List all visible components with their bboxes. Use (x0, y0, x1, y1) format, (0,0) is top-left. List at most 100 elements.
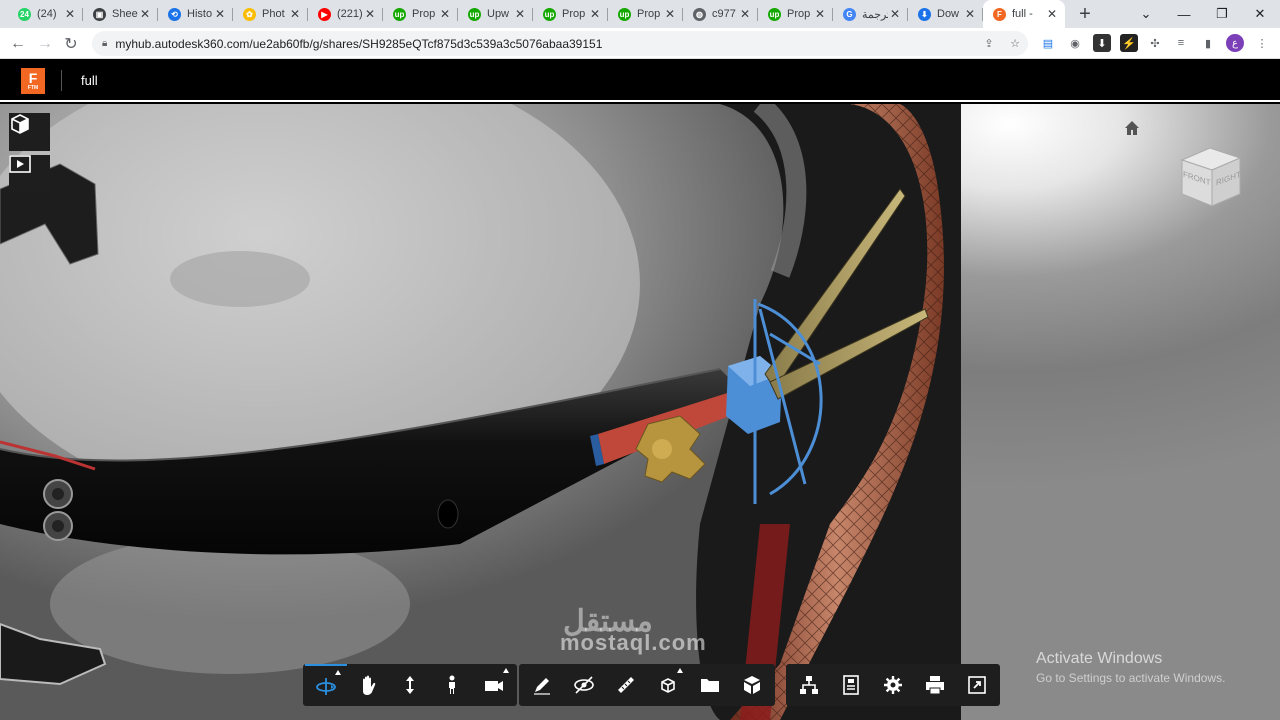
browser-tab[interactable]: 24 (24) ✕ (8, 0, 83, 28)
properties-button[interactable] (830, 664, 872, 706)
minimize-button[interactable]: — (1165, 0, 1203, 28)
tab-title: Prop (787, 8, 811, 20)
tab-title: Histo (187, 8, 213, 20)
fusion-icon: F (993, 7, 1006, 21)
browser-tab[interactable]: ⟲ Histo ✕ (158, 0, 233, 28)
viewcube[interactable]: FRONT RIGHT (1176, 142, 1246, 212)
browser-tab[interactable]: up Prop ✕ (533, 0, 608, 28)
browser-tab[interactable]: G ترجمة ✕ (833, 0, 908, 28)
browser-tab[interactable]: up Upw ✕ (458, 0, 533, 28)
tab-title: Prop (562, 8, 586, 20)
measure-button[interactable] (605, 664, 647, 706)
folder-button[interactable] (689, 664, 731, 706)
tab-close-icon[interactable]: ✕ (138, 7, 152, 21)
animation-button[interactable] (9, 155, 50, 193)
properties-icon (843, 675, 859, 695)
browser-tab[interactable]: ✿ Phot ✕ (233, 0, 308, 28)
tools-toolbar (519, 664, 775, 706)
tab-close-icon[interactable]: ✕ (63, 7, 77, 21)
tab-search-icon[interactable]: ⌄ (1127, 0, 1165, 28)
share-icon[interactable]: ⇪ (980, 34, 998, 52)
tab-title: Phot (262, 8, 285, 20)
maximize-button[interactable]: ❐ (1203, 0, 1241, 28)
first-person-icon (449, 675, 455, 694)
browser-tab[interactable]: up Prop ✕ (758, 0, 833, 28)
tab-close-icon[interactable]: ✕ (1045, 7, 1059, 21)
upwork-icon: up (393, 7, 406, 21)
logo-subtext: FTM (27, 85, 39, 91)
browser-tab[interactable]: ⬇ Dow ✕ (908, 0, 983, 28)
browser-tab[interactable]: ▣ Shee ✕ (83, 0, 158, 28)
browser-tab[interactable]: up Prop ✕ (608, 0, 683, 28)
settings-icon (884, 676, 902, 694)
browser-tab[interactable]: Ffull - ✕ (983, 0, 1065, 28)
sheets-icon: ▣ (93, 7, 106, 21)
camera-button[interactable] (473, 664, 515, 706)
bookmark-star-icon[interactable]: ☆ (1006, 34, 1024, 52)
zoom-button[interactable] (389, 664, 431, 706)
explode-button[interactable] (647, 664, 689, 706)
tab-close-icon[interactable]: ✕ (438, 7, 452, 21)
settings-button[interactable] (872, 664, 914, 706)
tab-title: (24) (37, 8, 57, 20)
tab-title: Upw (487, 8, 510, 20)
pan-icon (363, 675, 376, 695)
model-viewer[interactable]: مستقل mostaql.com FRONT RIGHT Activate W… (0, 104, 1280, 720)
model-browser-button[interactable] (788, 664, 830, 706)
print-button[interactable] (914, 664, 956, 706)
tab-close-icon[interactable]: ✕ (588, 7, 602, 21)
side-panel-icon[interactable]: ▮ (1199, 34, 1217, 52)
reading-list-icon[interactable]: ≡ (1172, 34, 1190, 52)
section-button[interactable] (563, 664, 605, 706)
extensions-puzzle-icon[interactable]: ✣ (1146, 34, 1164, 52)
address-url[interactable]: myhub.autodesk360.com/ue2ab60fb/g/shares… (115, 37, 602, 51)
tab-close-icon[interactable]: ✕ (513, 7, 527, 21)
extension-icon[interactable]: ◉ (1066, 34, 1084, 52)
browser-menu-icon[interactable]: ⋮ (1253, 34, 1271, 52)
new-tab-button[interactable]: + (1071, 0, 1099, 28)
explode-icon (661, 678, 675, 693)
back-button[interactable]: ← (6, 32, 30, 56)
close-window-button[interactable]: ✕ (1241, 0, 1279, 28)
camera-icon (485, 681, 503, 691)
model-browser-cube-button[interactable] (9, 113, 50, 151)
tab-close-icon[interactable]: ✕ (288, 7, 302, 21)
fusion-logo[interactable]: F FTM (21, 68, 45, 94)
model-cube-button[interactable] (731, 664, 773, 706)
address-bar[interactable]: 🔒︎ myhub.autodesk360.com/ue2ab60fb/g/sha… (92, 31, 1028, 56)
reload-button[interactable]: ↻ (59, 32, 83, 56)
tab-close-icon[interactable]: ✕ (213, 7, 227, 21)
orbit-button[interactable] (305, 664, 347, 706)
extension-icon[interactable]: ⬇ (1093, 34, 1111, 52)
model-scene[interactable]: مستقل mostaql.com (0, 104, 961, 720)
first-person-button[interactable] (431, 664, 473, 706)
browser-tab[interactable]: up Prop ✕ (383, 0, 458, 28)
extension-icon[interactable]: ⚡ (1120, 34, 1138, 52)
fullscreen-icon (968, 676, 986, 694)
tab-title: (221) (337, 8, 363, 20)
activate-windows-notice: Activate Windows Go to Settings to activ… (1036, 650, 1225, 685)
fullscreen-button[interactable] (956, 664, 998, 706)
home-icon[interactable] (1123, 119, 1141, 137)
translate-icon: G (843, 7, 856, 21)
measure-icon (618, 677, 634, 693)
folder-icon (701, 679, 719, 692)
tab-close-icon[interactable]: ✕ (963, 7, 977, 21)
download-icon: ⬇ (918, 7, 931, 21)
section-icon (574, 676, 594, 694)
extension-icon[interactable]: ▤ (1039, 34, 1057, 52)
tab-close-icon[interactable]: ✕ (363, 7, 377, 21)
markup-button[interactable] (521, 664, 563, 706)
browser-tab[interactable]: ▶ (221) ✕ (308, 0, 383, 28)
globe-icon: ◍ (693, 7, 706, 21)
play-icon (9, 155, 31, 173)
tab-close-icon[interactable]: ✕ (738, 7, 752, 21)
tab-close-icon[interactable]: ✕ (813, 7, 827, 21)
pan-button[interactable] (347, 664, 389, 706)
tab-close-icon[interactable]: ✕ (888, 7, 902, 21)
profile-avatar[interactable]: ع (1226, 34, 1244, 52)
browser-tab[interactable]: ◍ c977 ✕ (683, 0, 758, 28)
model-browser-icon (800, 676, 818, 694)
tab-close-icon[interactable]: ✕ (663, 7, 677, 21)
forward-button[interactable]: → (33, 32, 57, 56)
